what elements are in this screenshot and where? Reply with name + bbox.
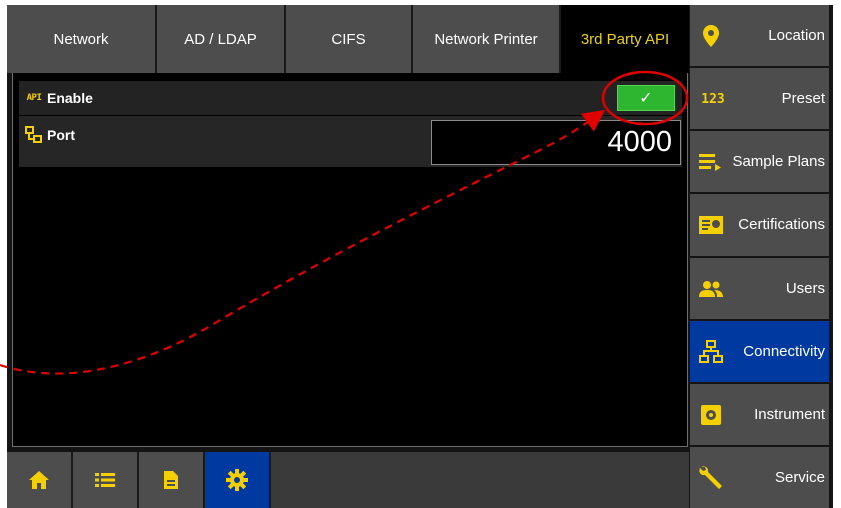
network-icon — [698, 339, 724, 365]
list-arrow-icon — [698, 149, 724, 175]
bottom-bar — [7, 452, 689, 508]
api-icon-text: API — [26, 93, 42, 103]
sidebar-label-sample-plans: Sample Plans — [732, 153, 825, 171]
port-label-group: Port — [19, 125, 75, 144]
sidebar-item-service[interactable]: Service — [690, 446, 829, 508]
sidebar-item-instrument[interactable]: Instrument — [690, 383, 829, 445]
api-icon: API — [23, 89, 45, 107]
users-icon — [698, 276, 724, 302]
tab-3rd-party-api[interactable]: 3rd Party API — [561, 5, 689, 73]
tab-cifs[interactable]: CIFS — [286, 5, 413, 73]
enable-row: API Enable — [19, 81, 682, 115]
sidebar: Location 123 Preset Sample Plans Certifi… — [690, 5, 829, 508]
gear-icon — [226, 469, 248, 491]
enable-checkbox[interactable]: ✓ — [617, 85, 675, 111]
sidebar-item-location[interactable]: Location — [690, 5, 829, 67]
sidebar-label-location: Location — [768, 27, 825, 44]
tab-ad-ldap[interactable]: AD / LDAP — [157, 5, 286, 73]
sidebar-item-certifications[interactable]: Certifications — [690, 194, 829, 256]
tab-network[interactable]: Network — [7, 5, 157, 73]
bottom-bar-filler — [271, 452, 689, 508]
enable-label-group: API Enable — [19, 89, 93, 107]
document-button[interactable] — [139, 452, 205, 508]
document-icon — [164, 471, 178, 489]
numeric-123-icon: 123 — [698, 86, 728, 112]
home-button[interactable] — [7, 452, 73, 508]
wrench-icon — [698, 465, 724, 491]
sidebar-item-sample-plans[interactable]: Sample Plans — [690, 131, 829, 193]
sidebar-item-preset[interactable]: 123 Preset — [690, 68, 829, 130]
certificate-icon — [698, 212, 724, 238]
sidebar-label-preset: Preset — [781, 90, 825, 108]
sidebar-label-service: Service — [774, 468, 825, 486]
sidebar-label-connectivity: Connectivity — [743, 342, 825, 360]
sidebar-label-users: Users — [785, 279, 825, 297]
checkmark-icon: ✓ — [639, 90, 653, 107]
home-icon — [29, 471, 49, 489]
list-icon — [95, 473, 115, 487]
settings-button[interactable] — [205, 452, 271, 508]
network-node-icon — [23, 125, 45, 144]
instrument-icon — [698, 402, 724, 428]
sidebar-item-users[interactable]: Users — [690, 257, 829, 319]
sidebar-label-instrument: Instrument — [754, 405, 825, 423]
port-input[interactable] — [431, 120, 681, 165]
tab-network-printer[interactable]: Network Printer — [413, 5, 561, 73]
list-button[interactable] — [73, 452, 139, 508]
location-pin-icon — [698, 23, 724, 49]
enable-label: Enable — [47, 90, 93, 106]
port-label: Port — [47, 126, 75, 143]
sidebar-item-connectivity[interactable]: Connectivity — [690, 320, 829, 382]
numeric-123-text: 123 — [701, 91, 725, 107]
tab-bar: Network AD / LDAP CIFS Network Printer 3… — [7, 5, 689, 73]
settings-panel: API Enable Port ✓ — [12, 73, 688, 447]
sidebar-label-certifications: Certifications — [738, 216, 825, 234]
